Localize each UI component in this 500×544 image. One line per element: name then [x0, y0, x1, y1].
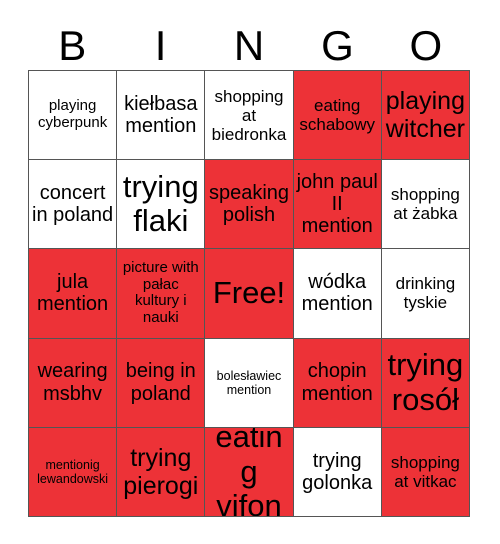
bingo-cell-label: trying golonka	[302, 449, 373, 494]
bingo-cell[interactable]: picture with pałac kultury i nauki	[117, 249, 206, 339]
bingo-cell[interactable]: trying pierogi	[117, 427, 206, 517]
bingo-cell[interactable]: shopping at biedronka	[205, 71, 294, 161]
bingo-cell[interactable]: playing cyberpunk	[29, 71, 118, 161]
bingo-cell-label: trying pierogi	[123, 443, 199, 500]
bingo-cell-label: playing cyberpunk	[37, 97, 108, 132]
bingo-cell-label: concert in poland	[32, 181, 114, 227]
bingo-header-letter-g: G	[321, 22, 354, 69]
bingo-cell[interactable]: eating vifon	[205, 427, 294, 517]
bingo-card: B I N G O playing cyberpunk kiełbasa ment…	[0, 0, 500, 544]
bingo-cell-label: jula mention	[37, 271, 109, 316]
bingo-cell[interactable]: drinking tyskie	[381, 249, 470, 339]
bingo-cell[interactable]: concert in poland	[29, 160, 118, 250]
bingo-cell[interactable]: playing witcher	[381, 71, 470, 161]
bingo-cell-label: john paul II mention	[296, 170, 378, 238]
bingo-cell-label: trying rosół	[387, 346, 464, 417]
bingo-grid: playing cyberpunk kiełbasa mention shoppin…	[28, 70, 470, 517]
bingo-cell-label: mentionig lewandowski	[37, 457, 109, 486]
bingo-cell[interactable]: john paul II mention	[293, 160, 382, 250]
bingo-cell[interactable]: shopping at vitkac	[381, 427, 470, 517]
bingo-header-row: B I N G O	[28, 22, 470, 70]
bingo-cell[interactable]: trying flaki	[117, 160, 206, 250]
bingo-cell-label: eating schabowy	[299, 96, 375, 135]
bingo-header-letter-b: B	[58, 22, 87, 69]
bingo-cell-label: shopping at vitkac	[390, 452, 460, 491]
bingo-cell-label: chopin mention	[301, 360, 373, 405]
bingo-cell-label: bolesławiec mention	[216, 368, 282, 397]
bingo-cell[interactable]: wearing msbhv	[29, 338, 118, 428]
bingo-cell-label: Free!	[212, 275, 286, 311]
bingo-free-space[interactable]: Free!	[205, 249, 294, 339]
bingo-cell-label: being in poland	[125, 360, 196, 405]
bingo-header-letter-o: O	[409, 22, 443, 69]
bingo-cell[interactable]: chopin mention	[293, 338, 382, 428]
bingo-cell-label: shopping at biedronka	[211, 86, 287, 144]
bingo-cell[interactable]: mentionig lewandowski	[29, 427, 118, 517]
bingo-cell[interactable]: eating schabowy	[293, 71, 382, 161]
bingo-cell[interactable]: bolesławiec mention	[205, 338, 294, 428]
bingo-cell[interactable]: being in poland	[117, 338, 206, 428]
bingo-cell[interactable]: trying rosół	[381, 338, 470, 428]
bingo-cell-label: wódka mention	[301, 271, 373, 316]
bingo-cell-label: shopping at żabka	[390, 185, 460, 224]
bingo-cell-label: wearing msbhv	[37, 360, 108, 405]
bingo-cell[interactable]: wódka mention	[293, 249, 382, 339]
bingo-cell[interactable]: jula mention	[29, 249, 118, 339]
bingo-cell[interactable]: trying golonka	[293, 427, 382, 517]
bingo-cell-label: eating vifon	[215, 427, 283, 517]
bingo-header-letter-n: N	[233, 22, 265, 69]
bingo-header-letter-i: I	[154, 22, 167, 69]
bingo-cell-label: playing witcher	[385, 87, 465, 144]
bingo-cell[interactable]: speaking polish	[205, 160, 294, 250]
bingo-cell[interactable]: kiełbasa mention	[117, 71, 206, 161]
bingo-cell-label: kiełbasa mention	[124, 92, 198, 138]
bingo-cell-label: speaking polish	[208, 181, 290, 227]
bingo-cell-label: trying flaki	[122, 168, 199, 239]
bingo-cell-label: picture with pałac kultury i nauki	[122, 258, 199, 327]
bingo-cell-label: drinking tyskie	[395, 274, 456, 313]
bingo-cell[interactable]: shopping at żabka	[381, 160, 470, 250]
